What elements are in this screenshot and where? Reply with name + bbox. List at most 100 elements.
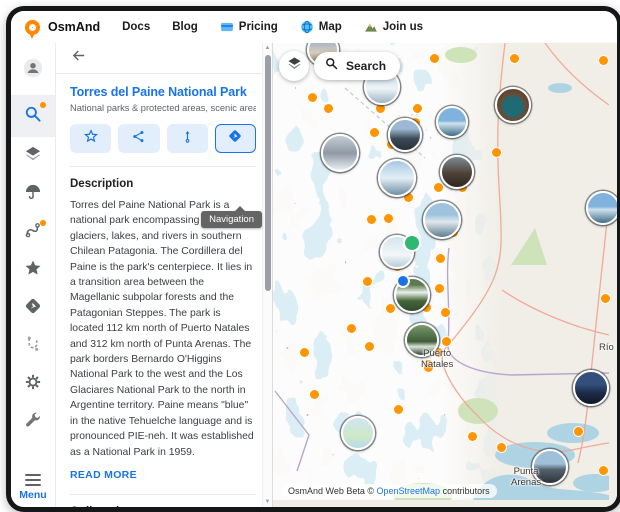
description-heading: Description <box>70 178 256 190</box>
sidebar-item-navigation[interactable] <box>11 289 55 327</box>
poi-dot[interactable] <box>300 348 309 357</box>
poi-dot[interactable] <box>434 183 443 192</box>
poi-dot[interactable] <box>370 128 379 137</box>
map-search-button[interactable]: Search <box>314 52 400 80</box>
back-arrow-button[interactable] <box>70 47 87 69</box>
photo-marker[interactable] <box>436 106 468 138</box>
main-area: Menu Torres del Paine National Park Nati… <box>11 43 617 507</box>
navigation-tooltip: Navigation <box>201 211 262 228</box>
divider <box>70 494 256 495</box>
sidebar-item-weather[interactable] <box>11 175 55 213</box>
osmand-logo[interactable]: OsmAnd <box>25 20 100 35</box>
sidebar-item-search[interactable] <box>11 95 55 137</box>
nav-link-map[interactable]: Map <box>300 20 342 34</box>
nav-link-pricing[interactable]: Pricing <box>220 20 278 34</box>
scrollbar-thumb[interactable] <box>265 55 271 291</box>
favorites-star-icon <box>23 258 43 283</box>
poi-dot[interactable] <box>324 104 333 113</box>
navigation-diamond-icon <box>23 296 43 321</box>
poi-dot[interactable] <box>347 324 356 333</box>
map-dot-green[interactable] <box>405 236 419 250</box>
poi-dot[interactable] <box>601 294 610 303</box>
poi-dot[interactable] <box>510 54 519 63</box>
poi-dot[interactable] <box>363 277 372 286</box>
share-icon <box>131 129 146 149</box>
poi-dot[interactable] <box>436 254 445 263</box>
poi-dot[interactable] <box>365 342 374 351</box>
poi-dot[interactable] <box>497 443 506 452</box>
poi-dot[interactable] <box>367 215 376 224</box>
osmand-web-app: OsmAnd Docs Blog Pricing Map Join us <box>11 11 617 507</box>
poi-dot[interactable] <box>310 390 319 399</box>
poi-dot[interactable] <box>435 284 444 293</box>
photo-marker[interactable] <box>341 416 375 450</box>
photo-marker[interactable] <box>573 370 609 406</box>
photo-marker[interactable] <box>440 155 474 189</box>
map-dot-blue[interactable] <box>398 276 408 286</box>
description-text: Torres del Paine National Park is a nati… <box>70 198 256 460</box>
nav-link-docs[interactable]: Docs <box>122 21 150 33</box>
poi-dot[interactable] <box>376 104 385 113</box>
poi-dot[interactable] <box>468 432 477 441</box>
map-canvas[interactable]: PuertoNatalesPuntaArenasRío Search OsmAn… <box>273 43 617 507</box>
photo-marker[interactable] <box>495 87 531 123</box>
window-frame: OsmAnd Docs Blog Pricing Map Join us <box>6 6 620 512</box>
nav-link-join-us[interactable]: Join us <box>364 20 423 34</box>
poi-dot[interactable] <box>384 214 393 223</box>
poi-dot[interactable] <box>574 427 583 436</box>
account-icon <box>22 57 44 84</box>
osmand-pin-icon <box>25 20 40 35</box>
sidebar-item-tracks[interactable] <box>11 213 55 251</box>
divider <box>70 166 256 167</box>
photo-marker[interactable] <box>423 201 461 239</box>
map-layers-button[interactable] <box>279 51 309 81</box>
share-button[interactable] <box>118 124 159 153</box>
sidebar-item-account[interactable] <box>11 51 55 89</box>
scrollbar-up-arrow[interactable]: ▲ <box>264 45 271 51</box>
distance-button[interactable] <box>167 124 208 153</box>
photo-marker[interactable] <box>378 159 416 197</box>
map-label: PuntaArenas <box>511 467 541 488</box>
poi-dot[interactable] <box>599 56 608 65</box>
poi-dot[interactable] <box>441 308 450 317</box>
poi-dot[interactable] <box>308 93 317 102</box>
nav-link-blog[interactable]: Blog <box>172 21 198 33</box>
poi-dot[interactable] <box>599 466 608 475</box>
search-badge <box>40 102 46 108</box>
poi-dot[interactable] <box>492 148 501 157</box>
navigation-button[interactable] <box>215 124 256 153</box>
photo-marker[interactable] <box>321 134 359 172</box>
place-title: Torres del Paine National Park <box>70 85 256 99</box>
brand-name: OsmAnd <box>48 20 100 34</box>
map-marker-layer: PuertoNatalesPuntaArenasRío <box>273 43 617 507</box>
sidebar-item-settings[interactable] <box>11 365 55 403</box>
poi-dot[interactable] <box>394 405 403 414</box>
poi-dot[interactable] <box>386 304 395 313</box>
openstreetmap-link[interactable]: OpenStreetMap <box>377 486 441 496</box>
sidebar-item-utilities[interactable] <box>11 403 55 441</box>
pricing-card-icon <box>220 20 234 34</box>
layers-icon <box>286 55 303 77</box>
read-more-link[interactable]: READ MORE <box>70 469 256 481</box>
layers-icon <box>23 144 43 169</box>
poi-dot[interactable] <box>430 54 439 63</box>
mountain-icon <box>364 20 378 34</box>
search-icon <box>324 56 339 76</box>
sidebar-item-plan-route[interactable] <box>11 327 55 365</box>
poi-dot[interactable] <box>442 337 451 346</box>
search-label: Search <box>346 59 386 73</box>
sidebar-item-layers[interactable] <box>11 137 55 175</box>
hamburger-icon <box>25 474 41 486</box>
photo-marker[interactable] <box>586 191 617 225</box>
photo-marker[interactable] <box>388 118 422 152</box>
sidebar-menu-button[interactable]: Menu <box>19 474 46 501</box>
distance-icon <box>180 129 195 149</box>
poi-dot[interactable] <box>413 104 422 113</box>
sidebar-item-favorites[interactable] <box>11 251 55 289</box>
place-subtitle: National parks & protected areas, scenic… <box>70 103 256 113</box>
scrollbar-down-arrow[interactable]: ▼ <box>264 499 271 505</box>
map-label: Río <box>599 343 614 354</box>
panel-scrollbar[interactable]: ▲ ▼ <box>262 43 272 507</box>
weather-umbrella-icon <box>23 182 43 207</box>
favorite-button[interactable] <box>70 124 111 153</box>
